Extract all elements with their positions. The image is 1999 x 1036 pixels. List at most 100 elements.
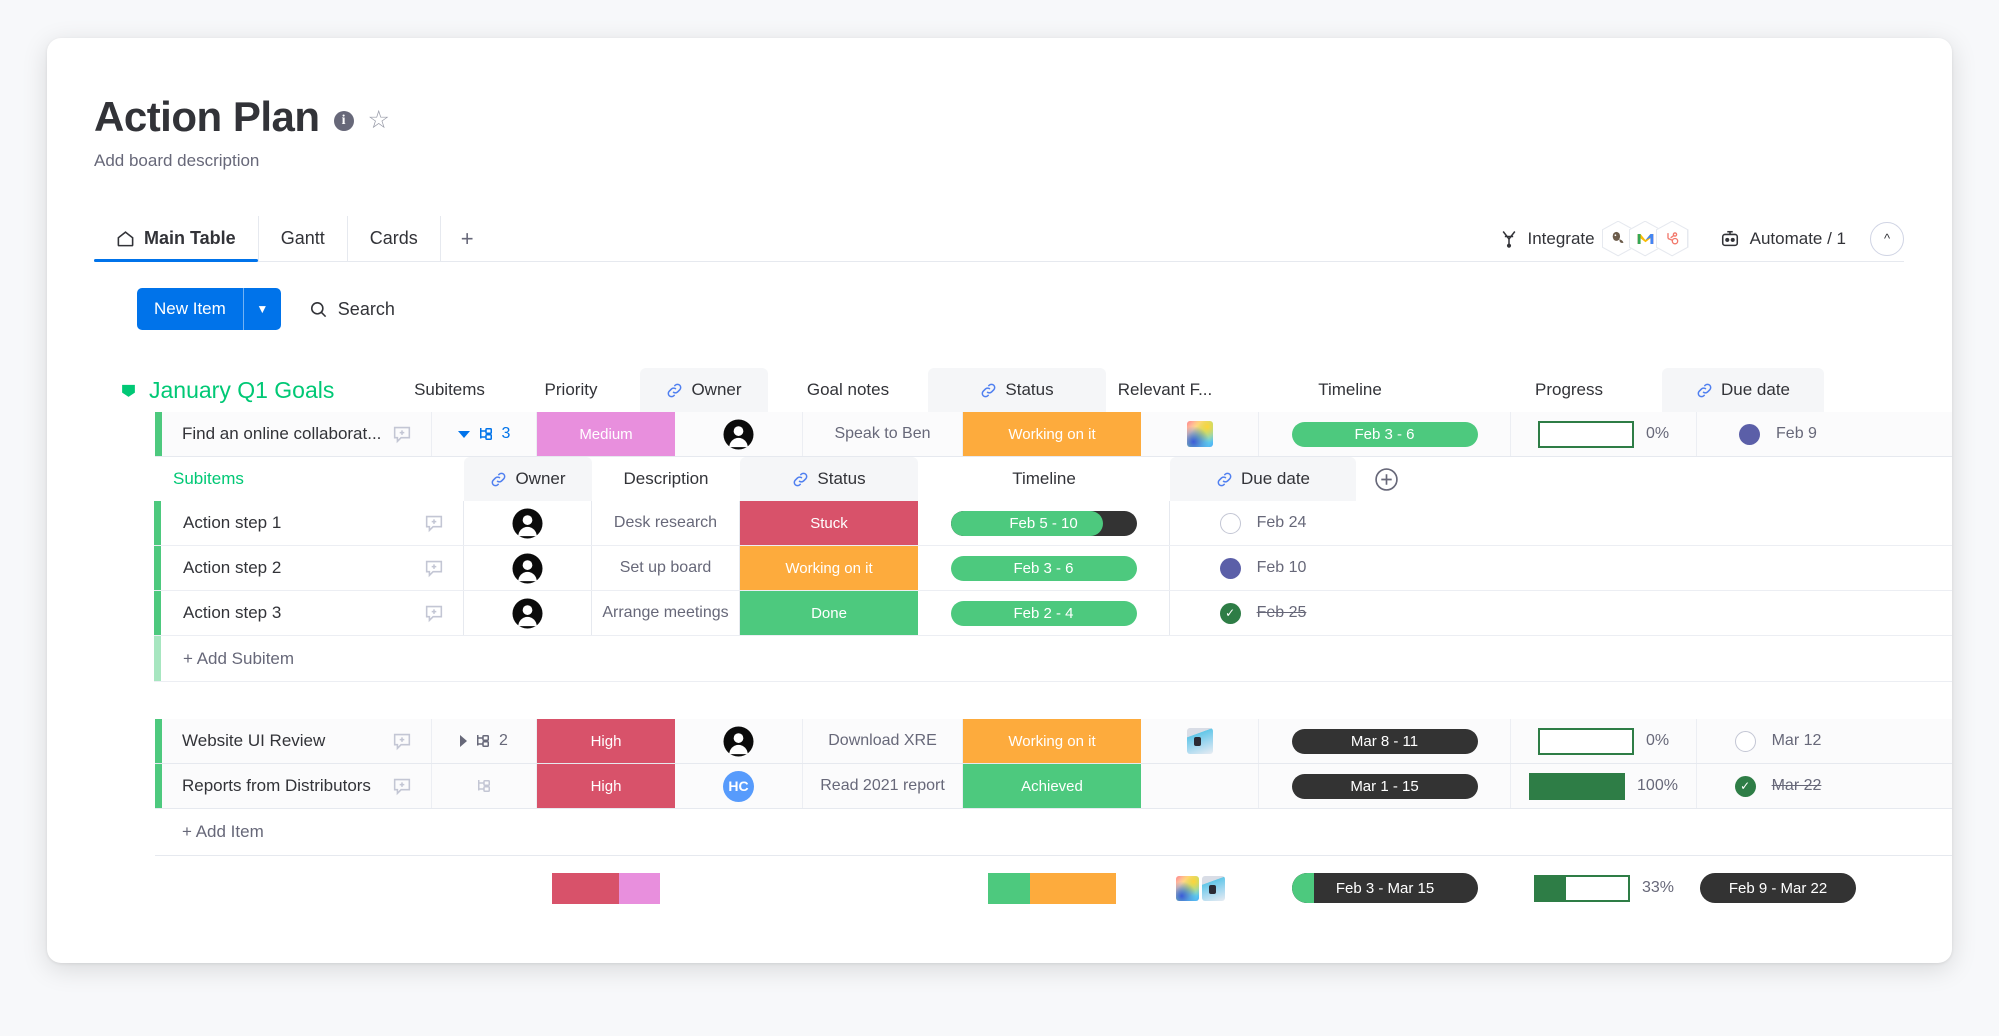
file-thumbnail-icon[interactable] <box>1186 728 1213 754</box>
column-header-timeline[interactable]: Timeline <box>1224 368 1476 412</box>
chat-icon[interactable] <box>423 557 445 579</box>
subitem-timeline-cell[interactable]: Feb 5 - 10 <box>918 501 1170 545</box>
progress-bar[interactable]: 0% <box>1537 420 1669 448</box>
item-status-cell[interactable]: Achieved <box>963 764 1141 808</box>
subitem-due-date-cell[interactable]: ✓ Feb 25 <box>1170 591 1356 635</box>
subitem-due-date-cell[interactable]: Feb 24 <box>1170 501 1356 545</box>
progress-bar[interactable]: 0% <box>1537 727 1669 755</box>
subitem-row[interactable]: Action step 3 Arrange meetings Done Feb … <box>154 591 1952 636</box>
summary-due-date[interactable]: Feb 9 - Mar 22 <box>1697 873 1859 903</box>
subitem-column-header-due-date[interactable]: Due date <box>1170 457 1356 501</box>
due-status-dot[interactable] <box>1734 730 1756 752</box>
item-name-cell[interactable]: Reports from Distributors <box>162 764 432 808</box>
item-priority-cell[interactable]: Medium <box>537 412 675 456</box>
add-subitem-button[interactable]: + Add Subitem <box>161 636 1851 681</box>
subitem-owner-cell[interactable] <box>464 546 592 590</box>
table-row[interactable]: Reports from Distributors High HC Read 2… <box>155 764 1952 809</box>
subitem-status-cell[interactable]: Done <box>740 591 918 635</box>
subitem-expand-toggle[interactable]: 2 <box>460 732 508 750</box>
add-subitem-column-button[interactable] <box>1356 457 1416 501</box>
timeline-pill[interactable]: Mar 1 - 15 <box>1291 773 1478 799</box>
avatar[interactable] <box>512 597 543 629</box>
subitem-owner-cell[interactable] <box>464 591 592 635</box>
column-header-priority[interactable]: Priority <box>502 368 640 412</box>
subitem-timeline-cell[interactable]: Feb 3 - 6 <box>918 546 1170 590</box>
progress-bar[interactable]: 100% <box>1529 772 1678 800</box>
column-header-progress[interactable]: Progress <box>1476 368 1662 412</box>
chat-icon[interactable] <box>391 423 413 445</box>
summary-progress[interactable]: 33% <box>1511 874 1697 902</box>
item-priority-cell[interactable]: High <box>537 719 675 763</box>
add-view-button[interactable]: + <box>441 216 494 261</box>
item-progress-cell[interactable]: 100% <box>1511 764 1697 808</box>
column-header-goal-notes[interactable]: Goal notes <box>768 368 928 412</box>
item-name-cell[interactable]: Find an online collaborat... <box>162 412 432 456</box>
subitem-name-cell[interactable]: Action step 1 <box>161 501 464 545</box>
timeline-pill[interactable]: Feb 5 - 10 <box>950 510 1137 536</box>
new-item-button[interactable]: New Item ▼ <box>137 288 281 330</box>
chat-icon[interactable] <box>391 775 413 797</box>
item-owner-cell[interactable]: HC <box>675 764 803 808</box>
search-button[interactable]: Search <box>309 299 395 320</box>
subitem-name-cell[interactable]: Action step 2 <box>161 546 464 590</box>
tab-cards[interactable]: Cards <box>348 216 441 261</box>
chevron-down-icon[interactable]: ▼ <box>242 288 281 330</box>
item-files-cell[interactable] <box>1141 719 1259 763</box>
due-status-dot[interactable]: ✓ <box>1734 775 1756 797</box>
table-row[interactable]: Website UI Review 2 High Download XRE Wo… <box>155 719 1952 764</box>
timeline-pill[interactable]: Feb 2 - 4 <box>950 600 1137 626</box>
column-header-due-date[interactable]: Due date <box>1662 368 1824 412</box>
board-description[interactable]: Add board description <box>94 151 390 171</box>
item-name-cell[interactable]: Website UI Review <box>162 719 432 763</box>
item-due-date-cell[interactable]: Feb 9 <box>1697 412 1859 456</box>
subitem-column-header-timeline[interactable]: Timeline <box>918 457 1170 501</box>
hubspot-icon[interactable] <box>1655 220 1689 257</box>
due-status-dot[interactable] <box>1219 512 1241 534</box>
avatar[interactable] <box>723 418 754 450</box>
due-status-dot[interactable] <box>1219 557 1241 579</box>
column-header-subitems[interactable]: Subitems <box>397 368 502 412</box>
item-priority-cell[interactable]: High <box>537 764 675 808</box>
item-timeline-cell[interactable]: Feb 3 - 6 <box>1259 412 1511 456</box>
subitem-status-cell[interactable]: Working on it <box>740 546 918 590</box>
subitem-description-cell[interactable]: Set up board <box>592 546 740 590</box>
avatar[interactable] <box>512 507 543 539</box>
subitem-row[interactable]: Action step 2 Set up board Working on it… <box>154 546 1952 591</box>
chevron-up-icon[interactable]: ^ <box>1870 221 1904 256</box>
subitem-column-header-description[interactable]: Description <box>592 457 740 501</box>
subitem-row[interactable]: Action step 1 Desk research Stuck Feb 5 … <box>154 501 1952 546</box>
column-header-status[interactable]: Status <box>928 368 1106 412</box>
add-item-row[interactable]: + Add Item <box>155 809 1952 856</box>
chat-icon[interactable] <box>423 512 445 534</box>
subitem-description-cell[interactable]: Desk research <box>592 501 740 545</box>
subitem-owner-cell[interactable] <box>464 501 592 545</box>
item-status-cell[interactable]: Working on it <box>963 412 1141 456</box>
item-goal-notes-cell[interactable]: Read 2021 report <box>803 764 963 808</box>
avatar[interactable]: HC <box>723 770 754 802</box>
chat-icon[interactable] <box>423 602 445 624</box>
group-collapse-icon[interactable] <box>120 382 137 399</box>
file-thumbnail-icon[interactable] <box>1186 421 1213 447</box>
item-files-cell[interactable] <box>1141 764 1259 808</box>
avatar[interactable] <box>723 725 754 757</box>
integrate-button[interactable]: Integrate <box>1493 217 1695 261</box>
item-owner-cell[interactable] <box>675 719 803 763</box>
item-goal-notes-cell[interactable]: Download XRE <box>803 719 963 763</box>
chat-icon[interactable] <box>391 730 413 752</box>
item-subitems-cell[interactable]: 3 <box>432 412 537 456</box>
item-progress-cell[interactable]: 0% <box>1511 412 1697 456</box>
subitem-due-date-cell[interactable]: Feb 10 <box>1170 546 1356 590</box>
timeline-pill[interactable]: Mar 8 - 11 <box>1291 728 1478 754</box>
item-timeline-cell[interactable]: Mar 1 - 15 <box>1259 764 1511 808</box>
column-header-owner[interactable]: Owner <box>640 368 768 412</box>
table-row[interactable]: Find an online collaborat... 3 Medium Sp… <box>155 412 1952 457</box>
tab-gantt[interactable]: Gantt <box>259 216 348 261</box>
subitem-status-cell[interactable]: Stuck <box>740 501 918 545</box>
subitem-timeline-cell[interactable]: Feb 2 - 4 <box>918 591 1170 635</box>
item-progress-cell[interactable]: 0% <box>1511 719 1697 763</box>
automate-button[interactable]: Automate / 1 <box>1713 225 1852 253</box>
subitem-expand-toggle[interactable]: 3 <box>457 425 510 443</box>
summary-timeline[interactable]: Feb 3 - Mar 15 <box>1259 873 1511 903</box>
item-goal-notes-cell[interactable]: Speak to Ben <box>803 412 963 456</box>
summary-priority-distribution[interactable] <box>537 872 675 904</box>
